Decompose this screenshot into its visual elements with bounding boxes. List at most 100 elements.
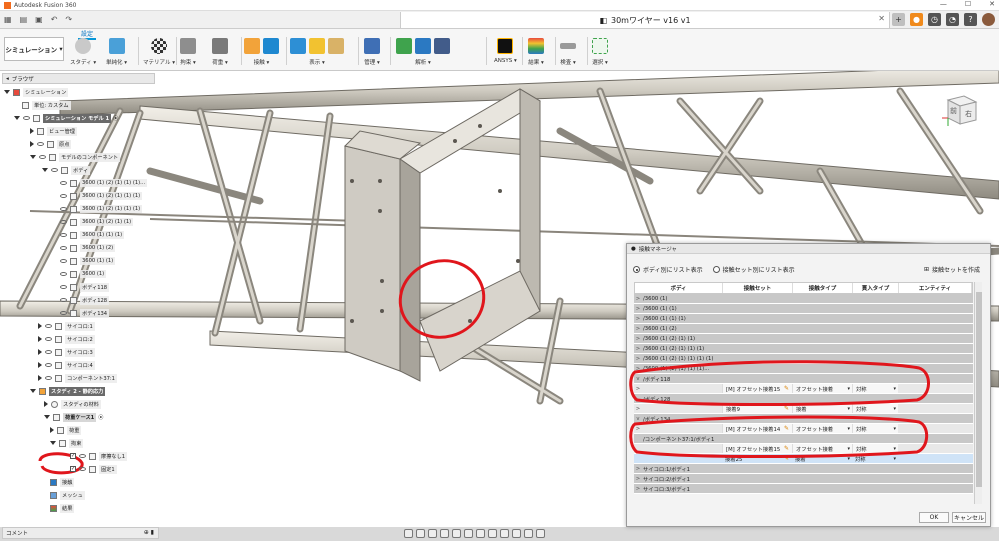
extensions-icon[interactable]: ● [910,13,923,26]
comments-panel[interactable]: コメント ⊕ ▮ [2,527,159,539]
tree-row[interactable]: シミュレーション モデル 1 ⦿ [14,112,118,124]
material-tool[interactable]: マテリアル ▾ [143,38,175,70]
look-at-icon[interactable] [416,529,425,538]
view-cube-icon [942,95,978,126]
select-icon [592,38,608,54]
constraint-tool[interactable]: 拘束 ▾ [180,38,196,70]
contact-tool[interactable]: 接触 ▾ [244,38,279,70]
tree-row[interactable]: 3600 (1) (2) (1) (1) [60,216,134,228]
pan-icon[interactable] [428,529,437,538]
constraint-icon [180,38,196,54]
tree-row[interactable]: 荷重 [50,424,82,436]
tree-row[interactable]: ボディ118 [60,281,110,293]
avatar[interactable] [982,13,995,26]
manage-tool[interactable]: 管理 ▾ [364,38,380,70]
browser-header[interactable]: ◂ ブラウザ [2,73,155,84]
quick-access: ▦ ▤ ▣ ↶ ↷ [0,15,150,24]
view-cube[interactable]: 前 右 [940,90,980,130]
view-cube-front: 前 [950,107,957,115]
probe-icon[interactable] [536,529,545,538]
contact-manager-icon [263,38,279,54]
maximize-icon[interactable]: ☐ [965,0,971,8]
tree-row[interactable]: 3600 (1) (2) (1) (1) (1)... [60,177,148,189]
collapse-icon[interactable]: ◂ [6,76,9,82]
app-title: Autodesk Fusion 360 [14,1,77,9]
close-tab-icon[interactable]: ✕ [878,14,885,23]
workspace-switcher[interactable]: シミュレーション ▾ [4,37,64,61]
tree-row[interactable]: 荷重ケース1 ⦿ [44,411,104,423]
browser-title: ブラウザ [11,76,34,83]
annotation-marks [629,360,930,458]
tree-row[interactable]: 単位: カスタム [22,99,71,111]
display-tool[interactable]: 表示 ▾ [290,38,344,70]
material-icon [150,38,167,54]
orbit-icon[interactable] [404,529,413,538]
zoom-icon[interactable] [440,529,449,538]
tree-row[interactable]: 3600 (1) (2) (1) (1) (1) [60,203,143,215]
close-icon[interactable]: ✕ [989,0,995,8]
ribbon-toolbar: シミュレーション ▾ 設定 スタディ ▾ 単純化 ▾ マテリアル ▾ 拘束 ▾ … [0,29,999,71]
manage-icon [364,38,380,54]
viewports-icon[interactable] [488,529,497,538]
tree-row[interactable]: サイコロ:2 [38,333,95,345]
save-icon[interactable]: ▣ [35,15,43,24]
file-icon[interactable]: ▤ [20,15,28,24]
study-tool[interactable]: スタディ ▾ [70,38,96,70]
job-status-icon[interactable]: ◷ [928,13,941,26]
contact-manager-dialog: ● 接触マネージャ ボディ別にリスト表示 接触セット別にリスト表示 ⊞ 接触セッ… [626,243,991,527]
tree-row[interactable]: 3600 (1) (1) (1) [60,229,125,241]
tree-row[interactable]: サイコロ:4 [38,359,95,371]
tree-row[interactable]: コンポーネント37:1 [38,372,117,384]
load-icon [212,38,228,54]
tree-row[interactable]: サイコロ:3 [38,346,95,358]
simplify-icon [108,38,125,54]
select-tool[interactable]: 選択 ▾ [592,38,608,70]
tree-row[interactable]: 3600 (1) (2) [60,242,116,254]
tree-row[interactable]: 結果 [50,502,75,514]
tree-row[interactable]: メッシュ [50,489,85,501]
tree-row[interactable]: 原点 [30,138,72,150]
tab-bar: ▦ ▤ ▣ ↶ ↷ ◧ 30mワイヤー v16 v1 ✕ + ● ◷ ◔ ? [0,11,999,29]
add-comment-icon[interactable]: ⊕ ▮ [144,529,154,536]
load-tool[interactable]: 荷重 ▾ [212,38,228,70]
undo-icon[interactable]: ↶ [51,15,58,24]
tree-row[interactable]: スタディ 2 - 静的応力 [30,385,106,397]
results-view-icon[interactable] [524,529,533,538]
solve-tool[interactable]: 解析 ▾ [396,38,450,70]
minimize-icon[interactable]: — [940,0,947,8]
tree-row[interactable]: 拘束 [50,437,84,449]
tree-row[interactable]: 3600 (1) (1) [60,255,116,267]
fit-icon[interactable] [452,529,461,538]
tree-row[interactable]: スタディの材料 [44,398,101,410]
tree-row[interactable]: ボディ128 [60,294,110,306]
tree-row[interactable]: 3600 (1) [60,268,107,280]
cancel-button[interactable]: キャンセル [952,512,986,523]
mesh-view-icon[interactable] [512,529,521,538]
tree-row[interactable]: 接触 [50,476,75,488]
grid-settings-icon[interactable] [476,529,485,538]
tree-row[interactable]: 3600 (1) (2) (1) (1) (1) [60,190,143,202]
redo-icon[interactable]: ↷ [65,15,72,24]
tree-row[interactable]: シミュレーション [4,86,69,98]
tree-row[interactable]: ビュー管理 [30,125,77,137]
tree-row[interactable]: サイコロ:1 [38,320,95,332]
tree-row[interactable]: ✓ 固定1 [70,463,117,475]
results-tool[interactable]: 結果 ▾ [528,38,544,70]
tree-row[interactable]: ボディ [42,164,91,176]
help-icon[interactable]: ? [964,13,977,26]
title-bar: Autodesk Fusion 360 — ☐ ✕ [0,0,999,11]
document-tab[interactable]: ◧ 30mワイヤー v16 v1 ✕ [400,12,890,28]
new-tab-icon[interactable]: + [892,13,905,26]
tree-row[interactable]: ✓ 摩擦なし1 [70,450,128,462]
inspect-tool[interactable]: 検査 ▾ [560,38,576,70]
ansys-tool[interactable]: ANSYS ▾ [494,38,517,70]
tree-row[interactable]: モデルのコンポーネント [30,151,121,163]
shaded-icon[interactable] [500,529,509,538]
tree-row[interactable]: ボディ134 [60,307,110,319]
simplify-tool[interactable]: 単純化 ▾ [106,38,127,70]
grid-menu-icon[interactable]: ▦ [4,15,12,24]
ok-button[interactable]: OK [919,512,949,523]
solve-details-icon [434,38,450,54]
notifications-icon[interactable]: ◔ [946,13,959,26]
display-settings-icon[interactable] [464,529,473,538]
